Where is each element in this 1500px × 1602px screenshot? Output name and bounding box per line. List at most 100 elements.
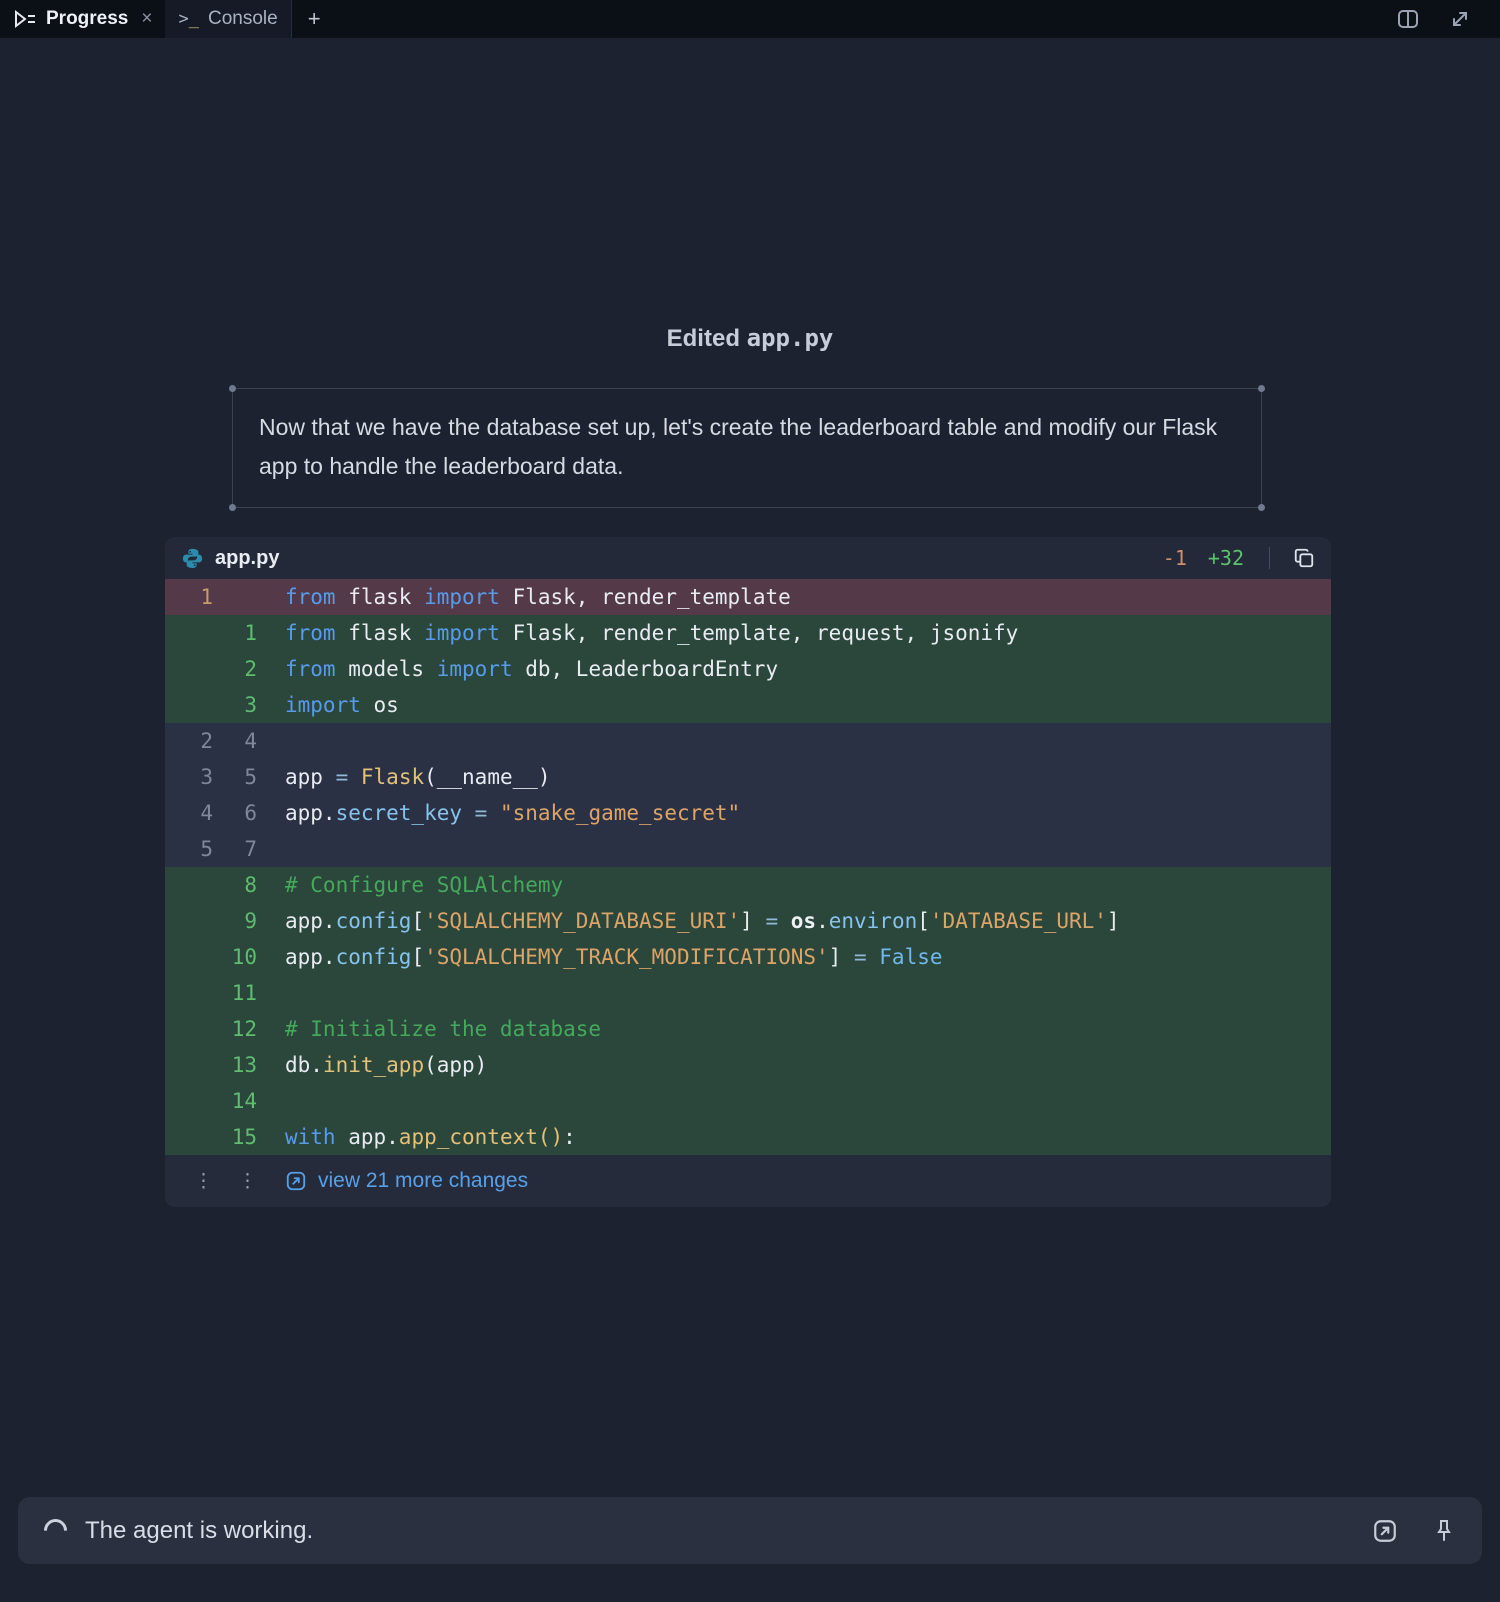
tab-progress-label: Progress bbox=[46, 8, 128, 30]
code-text: from models import db, LeaderboardEntry bbox=[257, 651, 1331, 687]
old-line-number bbox=[165, 615, 213, 651]
new-line-number: 11 bbox=[213, 975, 257, 1011]
old-line-number bbox=[165, 975, 213, 1011]
diff-card-header: app.py -1 +32 bbox=[165, 537, 1331, 579]
code-line: 57 bbox=[165, 831, 1331, 867]
code-text: app.config['SQLALCHEMY_DATABASE_URI'] = … bbox=[257, 903, 1331, 939]
code-line: 11 bbox=[165, 975, 1331, 1011]
page-title: Edited app.py bbox=[0, 324, 1500, 353]
terminal-icon: >_ bbox=[178, 9, 199, 29]
close-icon[interactable]: × bbox=[141, 8, 152, 30]
code-line: 3import os bbox=[165, 687, 1331, 723]
code-line: 1from flask import Flask, render_templat… bbox=[165, 615, 1331, 651]
code-text: app.config['SQLALCHEMY_TRACK_MODIFICATIO… bbox=[257, 939, 1331, 975]
new-line-number: 5 bbox=[213, 759, 257, 795]
old-line-number: 5 bbox=[165, 831, 213, 867]
new-line-number: 14 bbox=[213, 1083, 257, 1119]
old-line-number: 4 bbox=[165, 795, 213, 831]
tab-bar: Progress × >_ Console + bbox=[0, 0, 1500, 38]
code-text: # Initialize the database bbox=[257, 1011, 1331, 1047]
code-line: 8# Configure SQLAlchemy bbox=[165, 867, 1331, 903]
code-line: 24 bbox=[165, 723, 1331, 759]
header-divider bbox=[1269, 547, 1270, 569]
quote-corner-dot bbox=[229, 504, 236, 511]
code-text: from flask import Flask, render_template… bbox=[257, 615, 1331, 651]
new-gutter-ellipsis: ⋮ bbox=[213, 1170, 257, 1193]
code-text: # Configure SQLAlchemy bbox=[257, 867, 1331, 903]
old-gutter-ellipsis: ⋮ bbox=[165, 1170, 213, 1193]
added-count: +32 bbox=[1208, 546, 1244, 570]
new-line-number: 6 bbox=[213, 795, 257, 831]
code-text: import os bbox=[257, 687, 1331, 723]
agent-status-bar: The agent is working. bbox=[18, 1497, 1482, 1564]
new-line-number: 1 bbox=[213, 615, 257, 651]
old-line-number bbox=[165, 903, 213, 939]
agent-message-quote: Now that we have the database set up, le… bbox=[232, 388, 1262, 508]
code-line: 35app = Flask(__name__) bbox=[165, 759, 1331, 795]
new-line-number: 9 bbox=[213, 903, 257, 939]
tab-progress[interactable]: Progress × bbox=[0, 0, 165, 38]
new-line-number: 3 bbox=[213, 687, 257, 723]
code-text bbox=[257, 831, 1331, 867]
new-line-number: 7 bbox=[213, 831, 257, 867]
spinner-icon bbox=[39, 1514, 72, 1547]
code-text: app = Flask(__name__) bbox=[257, 759, 1331, 795]
view-more-changes-link[interactable]: view 21 more changes bbox=[285, 1169, 528, 1193]
code-line: 9app.config['SQLALCHEMY_DATABASE_URI'] =… bbox=[165, 903, 1331, 939]
code-text: db.init_app(app) bbox=[257, 1047, 1331, 1083]
code-text bbox=[257, 723, 1331, 759]
agent-status-text: The agent is working. bbox=[85, 1517, 313, 1545]
code-line: 46app.secret_key = "snake_game_secret" bbox=[165, 795, 1331, 831]
old-line-number bbox=[165, 939, 213, 975]
new-line-number: 8 bbox=[213, 867, 257, 903]
old-line-number bbox=[165, 687, 213, 723]
expand-icon[interactable] bbox=[1448, 7, 1472, 31]
old-line-number: 3 bbox=[165, 759, 213, 795]
code-line: 13db.init_app(app) bbox=[165, 1047, 1331, 1083]
diff-card-footer: ⋮ ⋮ view 21 more changes bbox=[165, 1155, 1331, 1207]
old-line-number bbox=[165, 867, 213, 903]
code-line: 2from models import db, LeaderboardEntry bbox=[165, 651, 1331, 687]
python-icon bbox=[181, 547, 204, 570]
new-line-number: 15 bbox=[213, 1119, 257, 1155]
code-line: 14 bbox=[165, 1083, 1331, 1119]
code-text: from flask import Flask, render_template bbox=[257, 579, 1331, 615]
progress-icon bbox=[13, 8, 37, 30]
old-line-number bbox=[165, 1119, 213, 1155]
new-tab-button[interactable]: + bbox=[292, 0, 337, 38]
code-line: 1from flask import Flask, render_templat… bbox=[165, 579, 1331, 615]
new-line-number: 2 bbox=[213, 651, 257, 687]
tab-console[interactable]: >_ Console bbox=[165, 0, 290, 38]
page-title-filename: app.py bbox=[747, 324, 834, 352]
old-line-number bbox=[165, 651, 213, 687]
code-line: 10app.config['SQLALCHEMY_TRACK_MODIFICAT… bbox=[165, 939, 1331, 975]
diff-card: app.py -1 +32 1from flask import Flask, … bbox=[165, 537, 1331, 1207]
removed-count: -1 bbox=[1163, 546, 1187, 570]
external-link-icon bbox=[285, 1170, 307, 1192]
code-line: 12# Initialize the database bbox=[165, 1011, 1331, 1047]
view-more-changes-label: view 21 more changes bbox=[318, 1169, 528, 1193]
new-line-number: 13 bbox=[213, 1047, 257, 1083]
old-line-number bbox=[165, 1011, 213, 1047]
code-line: 15with app.app_context(): bbox=[165, 1119, 1331, 1155]
agent-message-text: Now that we have the database set up, le… bbox=[259, 414, 1217, 479]
code-text: with app.app_context(): bbox=[257, 1119, 1331, 1155]
quote-corner-dot bbox=[1258, 504, 1265, 511]
code-text bbox=[257, 975, 1331, 1011]
pin-icon[interactable] bbox=[1432, 1518, 1456, 1544]
quote-corner-dot bbox=[229, 385, 236, 392]
copy-icon[interactable] bbox=[1293, 547, 1315, 569]
quote-corner-dot bbox=[1258, 385, 1265, 392]
tab-console-label: Console bbox=[208, 8, 278, 30]
code-lines: 1from flask import Flask, render_templat… bbox=[165, 579, 1331, 1155]
old-line-number bbox=[165, 1047, 213, 1083]
code-text: app.secret_key = "snake_game_secret" bbox=[257, 795, 1331, 831]
diff-filename: app.py bbox=[215, 547, 279, 570]
split-view-icon[interactable] bbox=[1396, 7, 1420, 31]
new-line-number: 10 bbox=[213, 939, 257, 975]
new-line-number: 12 bbox=[213, 1011, 257, 1047]
old-line-number: 2 bbox=[165, 723, 213, 759]
new-line-number: 4 bbox=[213, 723, 257, 759]
code-text bbox=[257, 1083, 1331, 1119]
external-link-icon[interactable] bbox=[1372, 1518, 1398, 1544]
